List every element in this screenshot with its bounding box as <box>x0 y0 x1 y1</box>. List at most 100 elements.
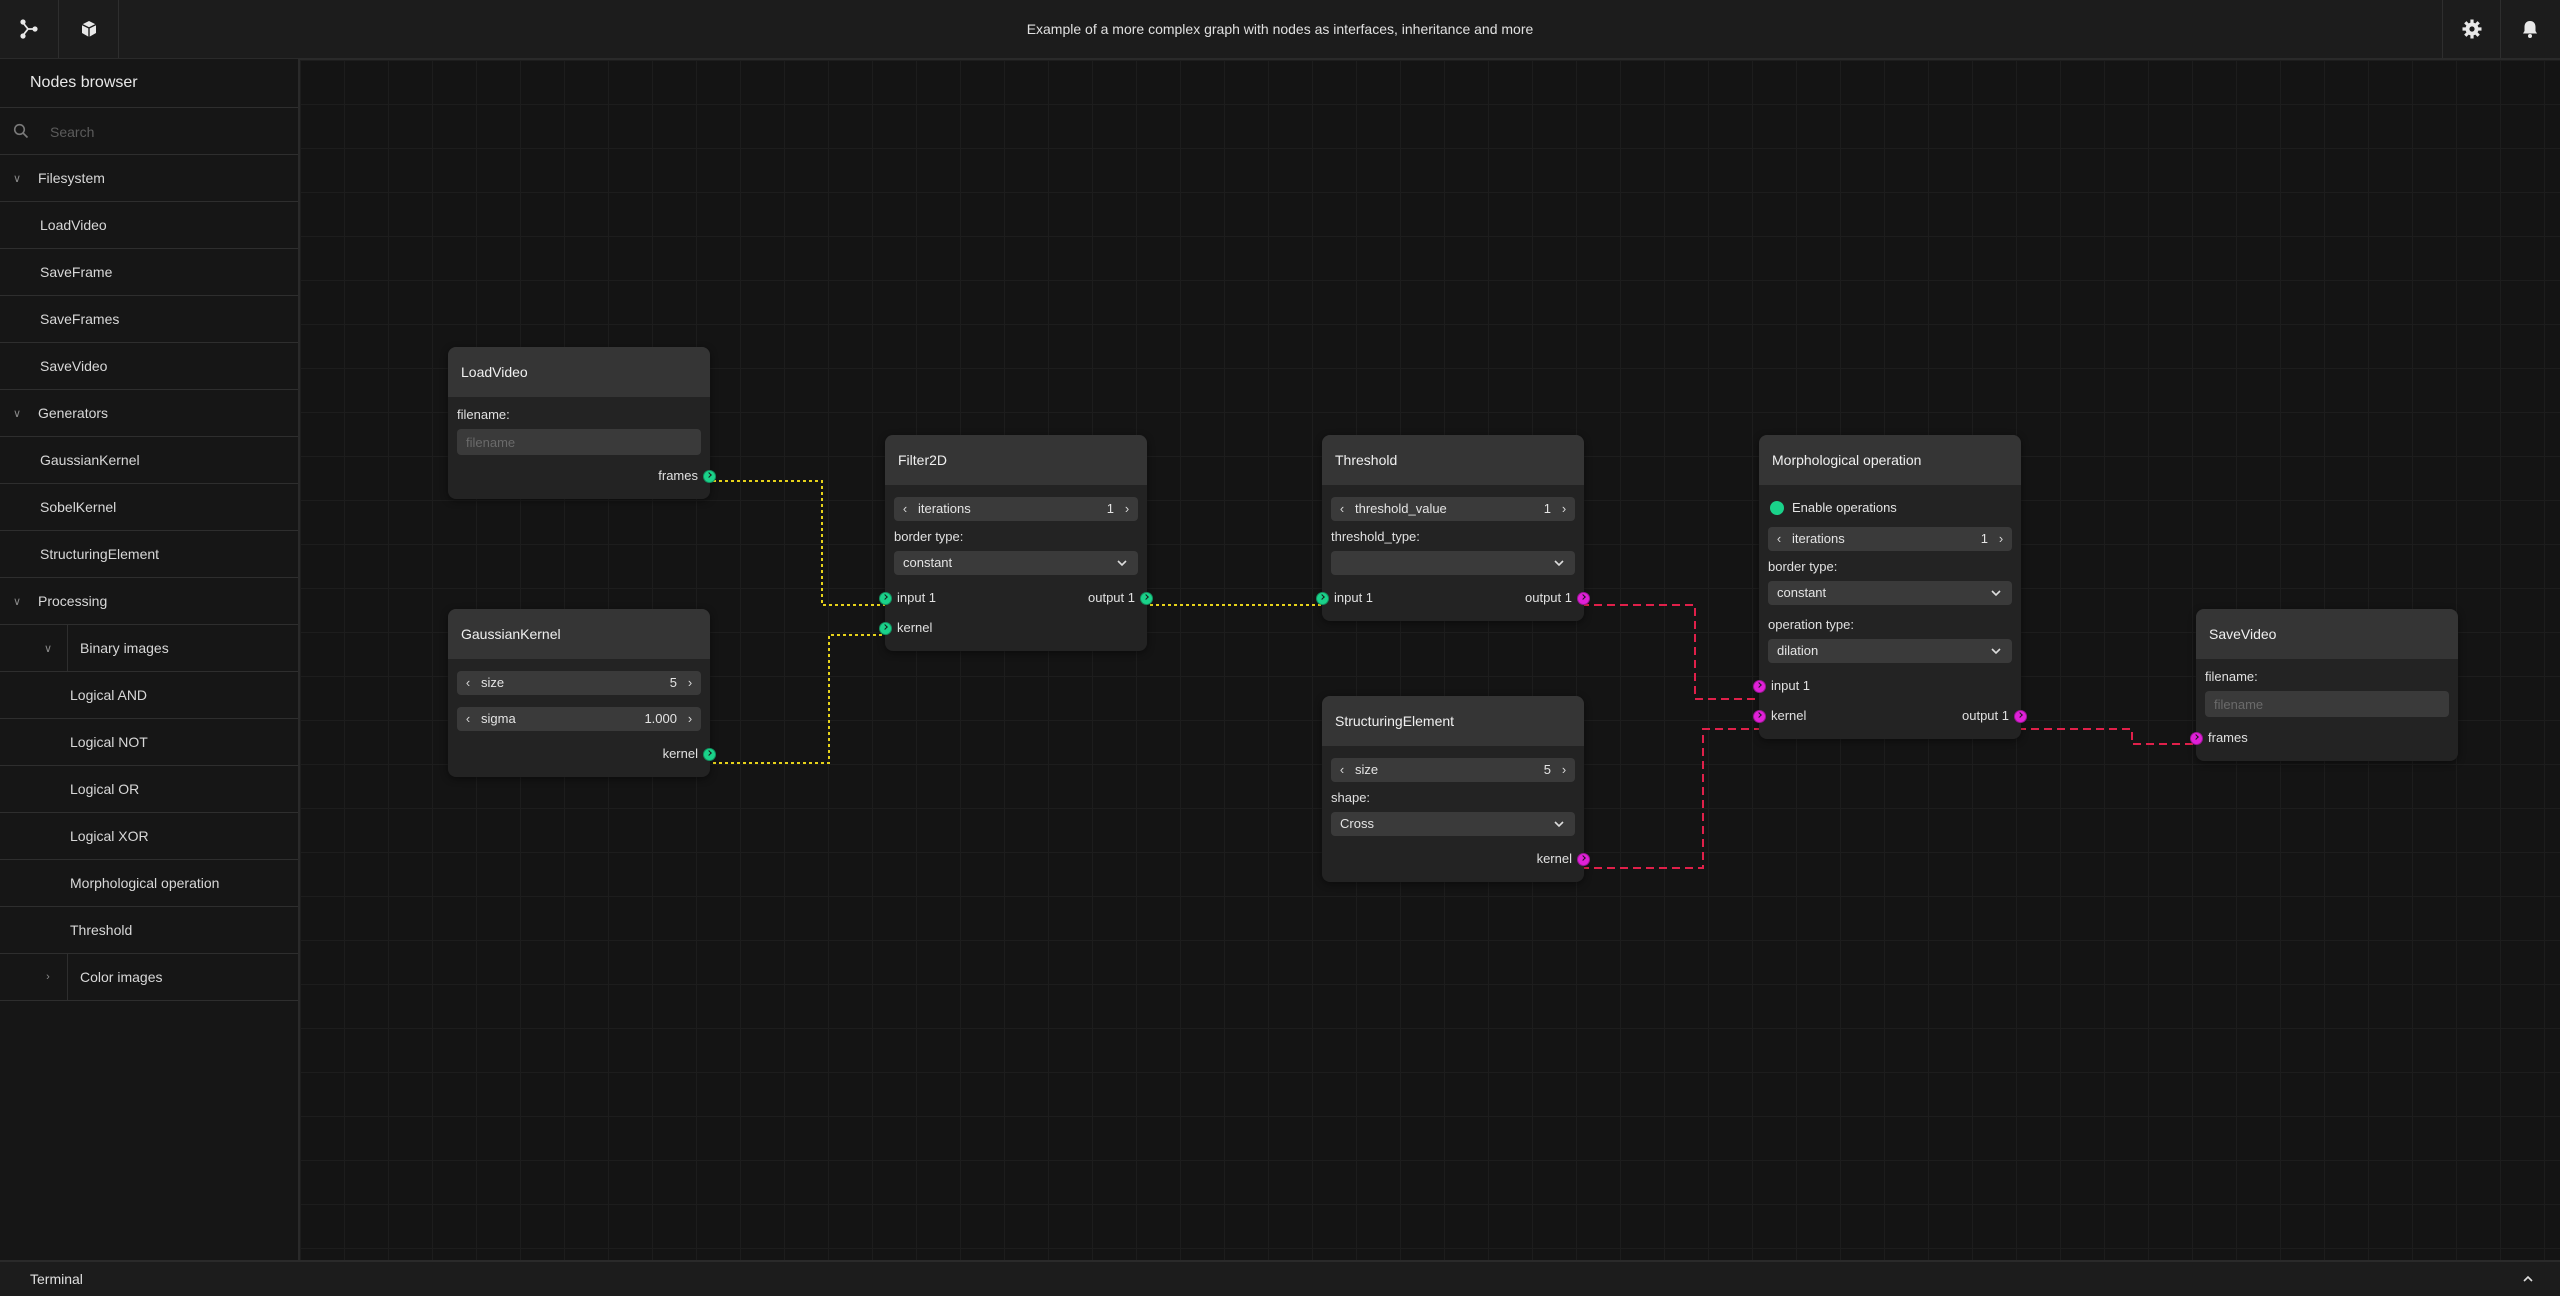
chevron-right-icon[interactable]: › <box>681 671 699 695</box>
notifications-button[interactable] <box>2500 0 2559 58</box>
sidebar-item-morphological-operation[interactable]: Morphological operation <box>0 860 298 907</box>
chevron-left-icon[interactable]: ‹ <box>1770 527 1788 551</box>
border-type-select[interactable]: constant <box>894 551 1138 575</box>
terminal-label: Terminal <box>30 1271 83 1287</box>
chevron-up-icon[interactable] <box>2522 1273 2534 1285</box>
iterations-stepper[interactable]: ‹ iterations 1 › <box>1768 527 2012 551</box>
chevron-left-icon[interactable]: ‹ <box>459 671 477 695</box>
node-title[interactable]: StructuringElement <box>1322 696 1584 746</box>
output-port-output1[interactable] <box>2014 710 2027 723</box>
page-title: Example of a more complex graph with nod… <box>1026 21 1534 37</box>
border-type-label: border type: <box>894 529 964 544</box>
category-processing[interactable]: ∨ Processing <box>0 578 298 625</box>
input-port-kernel[interactable] <box>879 622 892 635</box>
shape-label: shape: <box>1331 790 1371 805</box>
sidebar-item-threshold[interactable]: Threshold <box>0 907 298 954</box>
operation-type-select[interactable]: dilation <box>1768 639 2012 663</box>
input-port-input1[interactable] <box>879 592 892 605</box>
output-port-kernel[interactable] <box>703 748 716 761</box>
sidebar-title: Nodes browser <box>0 59 298 108</box>
iterations-stepper[interactable]: ‹ iterations 1 › <box>894 497 1138 521</box>
terminal-bar[interactable]: Terminal <box>0 1260 2560 1296</box>
node-morphological-operation[interactable]: Morphological operation Enable operation… <box>1753 435 2027 739</box>
node-threshold[interactable]: Threshold ‹ threshold_value 1 › threshol… <box>1316 435 1590 621</box>
sidebar-item-logical-and[interactable]: Logical AND <box>0 672 298 719</box>
search-input[interactable] <box>48 118 282 146</box>
sidebar-item-logical-not[interactable]: Logical NOT <box>0 719 298 766</box>
threshold-type-label: threshold_type: <box>1331 529 1420 544</box>
cube-button[interactable] <box>60 0 119 58</box>
output-port-label: kernel <box>1536 851 1572 866</box>
sidebar-item-logical-xor[interactable]: Logical XOR <box>0 813 298 860</box>
shape-select[interactable]: Cross <box>1331 812 1575 836</box>
cube-icon <box>81 21 97 37</box>
sidebar-item-saveframes[interactable]: SaveFrames <box>0 296 298 343</box>
node-title[interactable]: Morphological operation <box>1759 435 2021 485</box>
chevron-right-icon[interactable]: › <box>1992 527 2010 551</box>
graph-share-button[interactable] <box>0 0 59 58</box>
chevron-left-icon[interactable]: ‹ <box>1333 758 1351 782</box>
input-port-input1[interactable] <box>1316 592 1329 605</box>
node-title[interactable]: GaussianKernel <box>448 609 710 659</box>
sidebar-item-structuringelement[interactable]: StructuringElement <box>0 531 298 578</box>
enable-operations-toggle[interactable]: Enable operations <box>1768 491 2012 525</box>
sigma-stepper[interactable]: ‹ sigma 1.000 › <box>457 707 701 731</box>
node-title[interactable]: SaveVideo <box>2196 609 2458 659</box>
output-port-label: kernel <box>662 746 698 761</box>
gear-icon <box>2462 19 2482 39</box>
chevron-right-icon[interactable]: › <box>1118 497 1136 521</box>
chevron-right-icon: › <box>46 971 50 983</box>
bell-icon <box>2523 21 2537 38</box>
toggle-indicator[interactable] <box>1770 501 1784 515</box>
sidebar-item-saveframe[interactable]: SaveFrame <box>0 249 298 296</box>
filename-input[interactable] <box>457 429 701 455</box>
border-type-select[interactable]: constant <box>1768 581 2012 605</box>
threshold-type-select[interactable] <box>1331 551 1575 575</box>
output-port-output1[interactable] <box>1140 592 1153 605</box>
filename-input[interactable] <box>2205 691 2449 717</box>
output-port-output1[interactable] <box>1577 592 1590 605</box>
input-port-label: frames <box>2208 730 2248 745</box>
subcategory-binary-images[interactable]: ∨ Binary images <box>0 625 298 672</box>
sidebar-item-gaussiankernel[interactable]: GaussianKernel <box>0 437 298 484</box>
input-port-frames[interactable] <box>2190 732 2203 745</box>
sidebar-item-loadvideo[interactable]: LoadVideo <box>0 202 298 249</box>
search-icon <box>13 123 29 139</box>
node-structuringelement[interactable]: StructuringElement ‹ size 5 › shape: Cro… <box>1322 696 1590 882</box>
node-filter2d[interactable]: Filter2D ‹ iterations 1 › border type: c… <box>879 435 1153 651</box>
chevron-right-icon[interactable]: › <box>1555 497 1573 521</box>
threshold-value-stepper[interactable]: ‹ threshold_value 1 › <box>1331 497 1575 521</box>
sidebar-item-savevideo[interactable]: SaveVideo <box>0 343 298 390</box>
subcategory-color-images[interactable]: › Color images <box>0 954 298 1001</box>
node-gaussiankernel[interactable]: GaussianKernel ‹ size 5 › ‹ sigma 1.000 … <box>448 609 716 777</box>
output-port-frames[interactable] <box>703 470 716 483</box>
size-stepper[interactable]: ‹ size 5 › <box>457 671 701 695</box>
settings-button[interactable] <box>2442 0 2501 58</box>
chevron-down-icon <box>1991 648 2001 655</box>
size-stepper[interactable]: ‹ size 5 › <box>1331 758 1575 782</box>
sidebar-item-logical-or[interactable]: Logical OR <box>0 766 298 813</box>
top-bar: Example of a more complex graph with nod… <box>0 0 2560 60</box>
chevron-left-icon[interactable]: ‹ <box>459 707 477 731</box>
input-port-kernel[interactable] <box>1753 710 1766 723</box>
chevron-down-icon <box>1554 560 1564 567</box>
sidebar-item-sobelkernel[interactable]: SobelKernel <box>0 484 298 531</box>
chevron-down-icon: ∨ <box>12 595 22 608</box>
chevron-down-icon <box>1554 821 1564 828</box>
chevron-left-icon[interactable]: ‹ <box>1333 497 1351 521</box>
node-title[interactable]: Threshold <box>1322 435 1584 485</box>
chevron-left-icon[interactable]: ‹ <box>896 497 914 521</box>
node-savevideo[interactable]: SaveVideo filename: frames <box>2190 609 2458 761</box>
chevron-right-icon[interactable]: › <box>681 707 699 731</box>
node-title[interactable]: LoadVideo <box>448 347 710 397</box>
chevron-right-icon[interactable]: › <box>1555 758 1573 782</box>
node-loadvideo[interactable]: LoadVideo filename: frames <box>448 347 716 499</box>
category-filesystem[interactable]: ∨ Filesystem <box>0 155 298 202</box>
input-port-input1[interactable] <box>1753 680 1766 693</box>
chevron-down-icon: ∨ <box>12 172 22 185</box>
filename-label: filename: <box>2205 669 2258 684</box>
output-port-kernel[interactable] <box>1577 853 1590 866</box>
node-title[interactable]: Filter2D <box>885 435 1147 485</box>
category-generators[interactable]: ∨ Generators <box>0 390 298 437</box>
input-port-label: input 1 <box>897 590 937 605</box>
